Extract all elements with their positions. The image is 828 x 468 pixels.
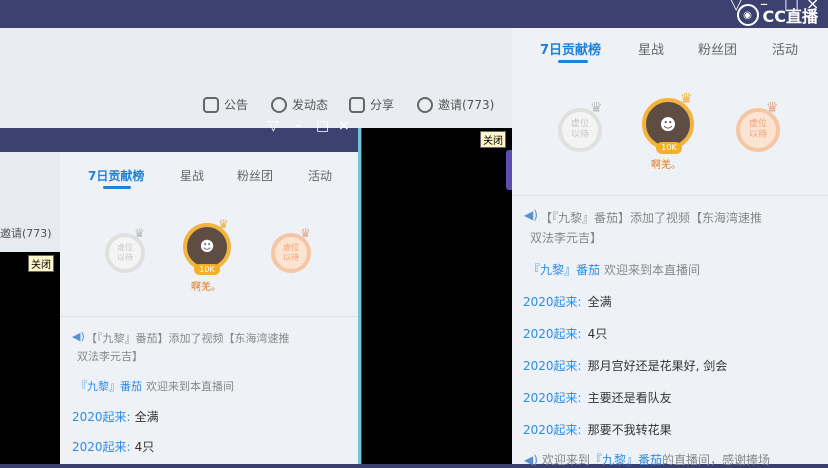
welcome-prefix: 欢迎来到 [541, 453, 590, 467]
system-message: 【『九黎』番茄】添加了视频【东海湾速推 [540, 211, 763, 225]
system-message-cont: 双法李元吉】 [77, 350, 143, 363]
avatar: ☻ [659, 114, 677, 134]
welcome-nick[interactable]: 『九黎』番茄 [76, 380, 142, 393]
chat-nick[interactable]: 2020起来: [523, 295, 582, 309]
inner-title-bar [0, 128, 362, 152]
tab-activity[interactable]: 活动 [308, 167, 332, 184]
speaker-icon: ◀) [72, 330, 85, 343]
main-header [0, 28, 512, 128]
post-button[interactable]: 发动态 [271, 96, 328, 113]
seat-text: 虚位 以待 [748, 119, 767, 140]
maximize-icon[interactable]: □ [316, 118, 329, 134]
cc-logo-icon: ◉ [736, 4, 759, 26]
chat-nick[interactable]: 2020起来: [523, 327, 582, 341]
share-icon [349, 96, 365, 113]
tab-fans[interactable]: 粉丝团 [237, 167, 273, 184]
app-logo: ◉ CC直播 [736, 2, 819, 28]
welcome-text: 欢迎来到本直播间 [604, 263, 701, 277]
crown-icon: ♛ [300, 226, 311, 240]
avatar: ☻ [199, 238, 215, 255]
close-tooltip[interactable]: 关闭 [480, 131, 506, 148]
chat-message: 2020起来: 4只 [523, 325, 607, 342]
invite-button[interactable]: 邀请(773) [417, 96, 494, 113]
close-tooltip[interactable]: 关闭 [28, 255, 54, 272]
welcome-nick[interactable]: 『九黎』番茄 [528, 263, 600, 277]
announce-icon [203, 96, 219, 113]
chat-nick[interactable]: 2020起来: [523, 423, 582, 437]
speaker-icon: ◀) [524, 208, 538, 222]
tab-underline [558, 60, 588, 63]
chat-text: 那月宫好还是花果好, 剑会 [587, 359, 728, 373]
divider [60, 316, 358, 317]
welcome-nick[interactable]: 『九黎』番茄 [590, 453, 662, 467]
seat-text: 虚位 以待 [117, 243, 133, 262]
inner-video [0, 252, 60, 464]
share-button[interactable]: 分享 [349, 96, 394, 113]
seat-text: 虚位 以待 [283, 243, 299, 262]
share-label: 分享 [370, 98, 395, 112]
post-label: 发动态 [292, 98, 329, 112]
chat-nick[interactable]: 2020起来: [523, 359, 582, 373]
chat-nick[interactable]: 2020起来: [523, 391, 582, 405]
chat-text: 主要还是看队友 [587, 391, 672, 405]
speaker-icon: ◀) [524, 453, 538, 467]
inner-invite-label[interactable]: 邀请(773) [0, 225, 52, 241]
user-plus-icon [417, 96, 433, 113]
welcome-bottom: ◀) 欢迎来到『九黎』番茄的直播间，感谢捧场 [524, 451, 770, 468]
welcome-line: 『九黎』番茄 欢迎来到本直播间 [76, 378, 234, 394]
chat-message: 2020起来: 主要还是看队友 [523, 389, 672, 406]
chat-nick[interactable]: 2020起来: [72, 440, 131, 454]
logo-text: CC直播 [762, 7, 819, 26]
seat-text: 虚位 以待 [570, 119, 589, 140]
chat-text: 那要不我转花果 [587, 423, 672, 437]
announce-label: 公告 [224, 98, 249, 112]
welcome-suffix: 的直播间，感谢捧场 [661, 453, 770, 467]
dropdown-icon[interactable]: ▽ [268, 118, 279, 134]
video-area [362, 128, 512, 464]
chat-message: 2020起来: 全满 [72, 408, 159, 425]
chat-message: 2020起来: 全满 [523, 293, 612, 310]
tab-underline [103, 186, 131, 189]
top-user-name: 啊羌。 [651, 160, 681, 171]
tab-activity[interactable]: 活动 [772, 39, 798, 58]
score-badge: 10K [656, 142, 682, 154]
chat-text: 4只 [587, 327, 608, 341]
tab-starwar[interactable]: 星战 [638, 39, 664, 58]
welcome-line: 『九黎』番茄 欢迎来到本直播间 [528, 261, 700, 278]
window-border [358, 128, 361, 464]
chat-text: 全满 [587, 295, 612, 309]
divider [512, 195, 828, 196]
announce-button[interactable]: 公告 [203, 96, 248, 113]
chat-message: 2020起来: 那要不我转花果 [523, 421, 672, 438]
tab-fans[interactable]: 粉丝团 [698, 39, 737, 58]
tab-contribution[interactable]: 7日贡献榜 [540, 39, 601, 58]
crown-icon: ♛ [218, 217, 229, 231]
chat-text: 4只 [134, 440, 155, 454]
close-icon[interactable]: × [338, 118, 350, 134]
welcome-text: 欢迎来到本直播间 [146, 380, 234, 393]
chat-message: 2020起来: 4只 [72, 438, 154, 455]
system-message-cont: 双法李元吉】 [530, 231, 603, 245]
post-icon [271, 96, 287, 113]
crown-icon: ♛ [680, 91, 693, 107]
crown-icon: ♛ [766, 100, 779, 116]
tab-starwar[interactable]: 星战 [180, 167, 204, 184]
chat-message: 2020起来: 那月宫好还是花果好, 剑会 [523, 357, 727, 374]
chat-nick[interactable]: 2020起来: [72, 410, 131, 424]
tab-contribution[interactable]: 7日贡献榜 [88, 167, 144, 184]
chat-text: 全满 [134, 410, 159, 424]
crown-icon: ♛ [134, 226, 145, 240]
invite-label: 邀请(773) [438, 98, 495, 112]
top-user-name: 啊羌。 [191, 282, 221, 293]
system-message: 【『九黎』番茄】添加了视频【东海湾速推 [86, 332, 290, 345]
video-edge [506, 150, 512, 190]
crown-icon: ♛ [590, 100, 603, 116]
title-bar [0, 0, 828, 28]
score-badge: 10K [194, 264, 220, 275]
minimize-icon[interactable]: – [295, 118, 302, 134]
